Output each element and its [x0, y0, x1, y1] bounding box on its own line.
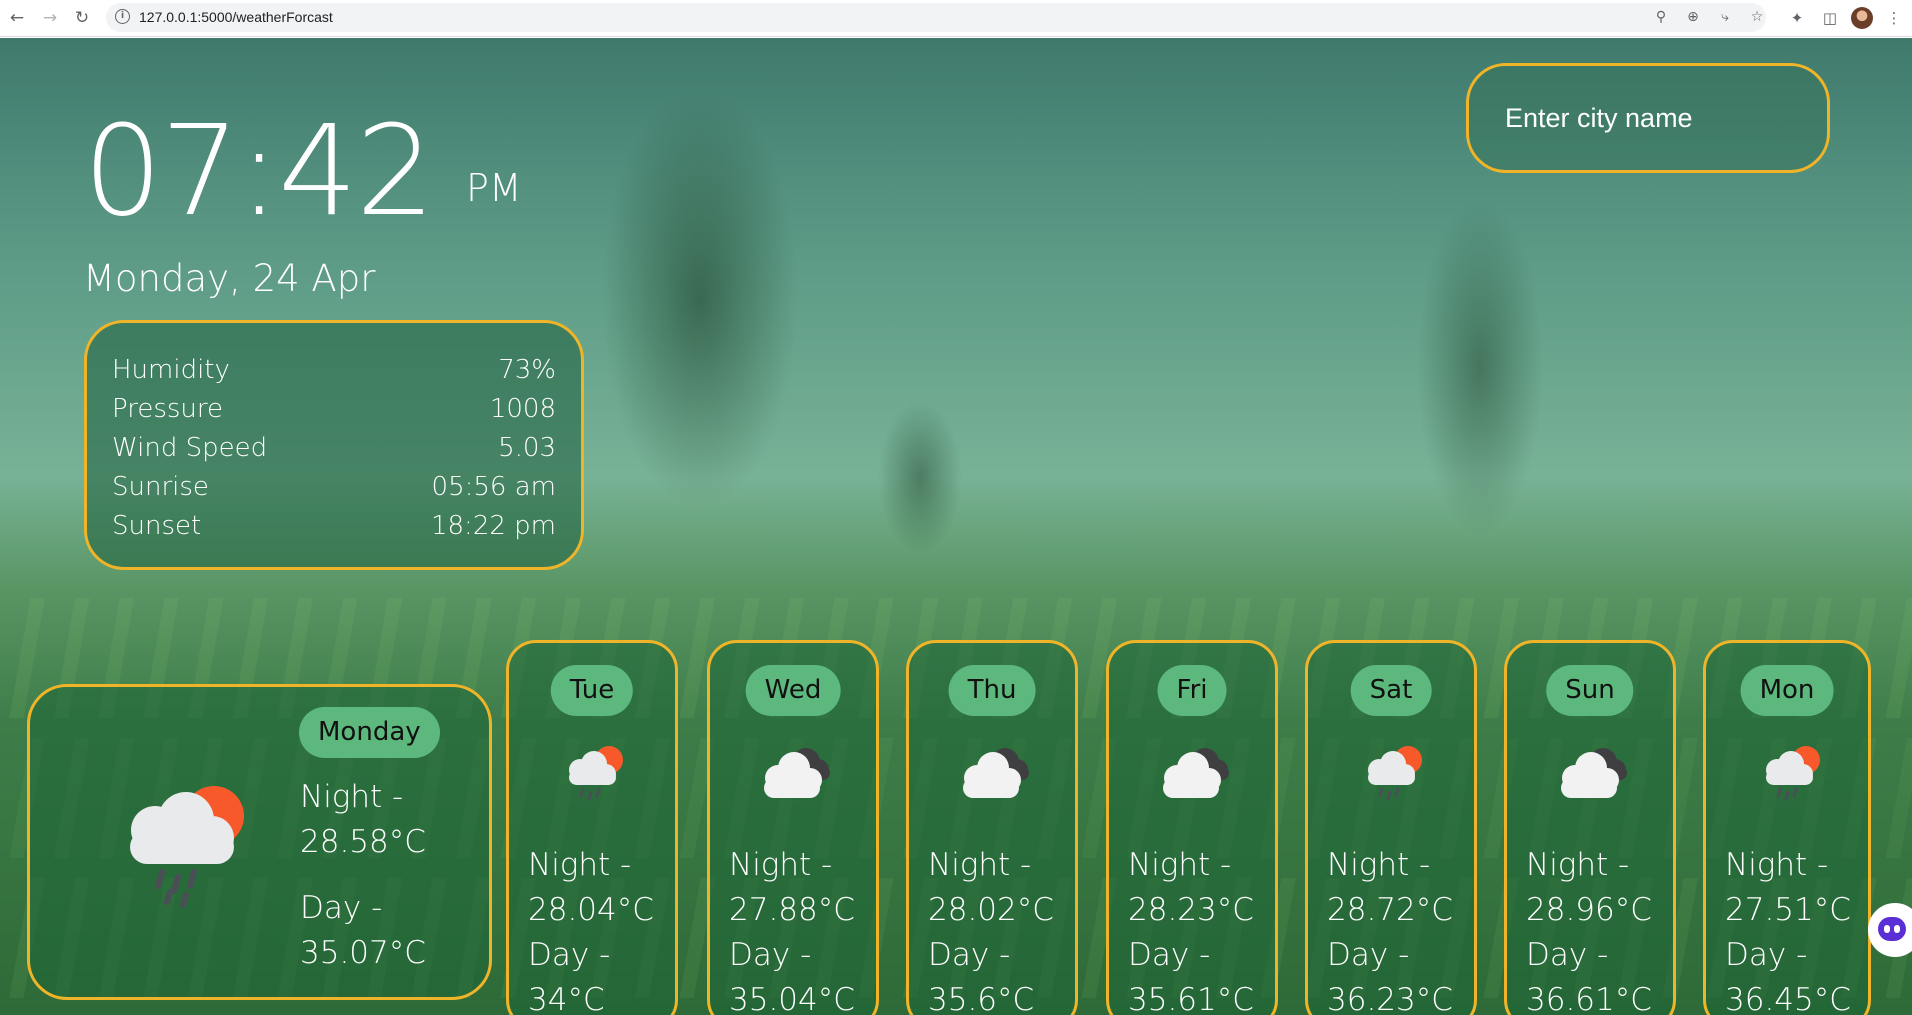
forecast-card-mon: Mon Night - 27.51°C Day - 36.45°C: [1703, 640, 1871, 1015]
forecast-day-pill: Sat: [1350, 665, 1432, 716]
back-arrow-icon[interactable]: ←: [5, 6, 29, 30]
address-bar[interactable]: i 127.0.0.1:5000/weatherForcast ⚲ ⊕ ⤷ ☆: [106, 3, 1766, 32]
forecast-day-pill: Fri: [1157, 665, 1227, 716]
forecast-night-label: Night -: [1725, 847, 1829, 883]
forecast-day-pill: Thu: [948, 665, 1036, 716]
forecast-day-label: Day -: [928, 937, 1011, 973]
detail-label: Pressure: [112, 394, 224, 424]
forecast-card-sat: Sat Night - 28.72°C Day - 36.23°C: [1305, 640, 1477, 1015]
detail-label: Humidity: [112, 355, 230, 385]
rain-sun-cloud-icon: [1368, 746, 1422, 801]
forecast-day-label: Day -: [1526, 937, 1609, 973]
detail-row-sunset: Sunset 18:22 pm: [112, 507, 556, 546]
side-panel-icon[interactable]: ◫: [1819, 7, 1841, 29]
detail-label: Sunset: [112, 511, 202, 541]
bookmark-star-icon[interactable]: ☆: [1747, 7, 1767, 27]
detail-value: 5.03: [498, 433, 556, 463]
forecast-day-pill: Mon: [1740, 665, 1834, 716]
today-weather-card: Monday Night - 28.58°C Day - 35.07°C: [27, 684, 492, 1000]
zoom-icon[interactable]: ⊕: [1683, 7, 1703, 27]
detail-row-sunrise: Sunrise 05:56 am: [112, 468, 556, 507]
forecast-night-temp: 28.96°C: [1526, 892, 1652, 928]
detail-row-wind-speed: Wind Speed 5.03: [112, 429, 556, 468]
forecast-day-temp: 35.61°C: [1128, 982, 1254, 1015]
forecast-card-fri: Fri Night - 28.23°C Day - 35.61°C: [1106, 640, 1278, 1015]
forecast-day-temp: 35.6°C: [928, 982, 1035, 1015]
cloudy-icon: [963, 748, 1029, 798]
address-url[interactable]: 127.0.0.1:5000/weatherForcast: [139, 9, 333, 26]
extensions-puzzle-icon[interactable]: ✦: [1786, 7, 1808, 29]
forecast-card-thu: Thu Night - 28.02°C Day - 35.6°C: [906, 640, 1078, 1015]
forecast-night-temp: 28.72°C: [1327, 892, 1453, 928]
forecast-night-temp: 27.88°C: [729, 892, 855, 928]
today-day-label: Day -: [300, 890, 383, 926]
detail-label: Sunrise: [112, 472, 209, 502]
forecast-day-label: Day -: [1725, 937, 1808, 973]
forecast-day-temp: 36.45°C: [1725, 982, 1851, 1015]
detail-row-pressure: Pressure 1008: [112, 390, 556, 429]
forecast-night-label: Night -: [729, 847, 833, 883]
forecast-day-temp: 34°C: [528, 982, 605, 1015]
location-pin-icon[interactable]: ⚲: [1651, 7, 1671, 27]
forecast-day-temp: 36.61°C: [1526, 982, 1652, 1015]
assistant-face-icon: [1878, 917, 1906, 941]
cloudy-icon: [1163, 748, 1229, 798]
forecast-day-pill: Wed: [745, 665, 841, 716]
share-icon[interactable]: ⤷: [1715, 7, 1735, 27]
current-date: Monday, 24 Apr: [83, 257, 376, 300]
forecast-day-label: Day -: [1128, 937, 1211, 973]
forecast-day-label: Day -: [528, 937, 611, 973]
clock-ampm: PM: [466, 166, 522, 210]
detail-label: Wind Speed: [112, 433, 268, 463]
rain-sun-cloud-icon: [130, 786, 244, 908]
forecast-night-label: Night -: [528, 847, 632, 883]
today-night-label: Night -: [300, 779, 404, 815]
forecast-night-label: Night -: [1327, 847, 1431, 883]
forward-arrow-icon[interactable]: →: [38, 6, 62, 30]
rain-sun-cloud-icon: [569, 746, 623, 801]
detail-value: 18:22 pm: [430, 511, 556, 541]
cloudy-icon: [1561, 748, 1627, 798]
forecast-night-label: Night -: [1128, 847, 1232, 883]
forecast-card-tue: Tue Night - 28.04°C Day - 34°C: [506, 640, 678, 1015]
profile-avatar[interactable]: [1851, 7, 1873, 29]
weather-details-card: Humidity 73% Pressure 1008 Wind Speed 5.…: [84, 320, 584, 570]
forecast-night-temp: 28.04°C: [528, 892, 654, 928]
rain-sun-cloud-icon: [1766, 746, 1820, 801]
forecast-day-pill: Tue: [550, 665, 634, 716]
forecast-night-temp: 28.02°C: [928, 892, 1054, 928]
detail-value: 73%: [498, 355, 556, 385]
forecast-night-label: Night -: [928, 847, 1032, 883]
forecast-night-temp: 27.51°C: [1725, 892, 1851, 928]
reload-icon[interactable]: ↻: [70, 6, 94, 30]
city-search-input[interactable]: [1466, 63, 1830, 173]
today-day-temp: 35.07°C: [300, 935, 426, 971]
forecast-day-label: Day -: [729, 937, 812, 973]
forecast-card-sun: Sun Night - 28.96°C Day - 36.61°C: [1504, 640, 1676, 1015]
weather-page: 07:42 PM Monday, 24 Apr Humidity 73% Pre…: [0, 38, 1912, 1015]
forecast-day-label: Day -: [1327, 937, 1410, 973]
forecast-day-temp: 36.23°C: [1327, 982, 1453, 1015]
detail-row-humidity: Humidity 73%: [112, 351, 556, 390]
detail-value: 1008: [489, 394, 556, 424]
clock-time: 07:42: [83, 99, 435, 244]
menu-kebab-icon[interactable]: ⋮: [1883, 7, 1905, 29]
site-info-icon[interactable]: i: [115, 9, 130, 24]
detail-value: 05:56 am: [431, 472, 556, 502]
forecast-night-label: Night -: [1526, 847, 1630, 883]
today-night-temp: 28.58°C: [300, 824, 426, 860]
today-day-pill: Monday: [299, 707, 440, 758]
browser-toolbar: ← → ↻ i 127.0.0.1:5000/weatherForcast ⚲ …: [0, 0, 1912, 37]
forecast-card-wed: Wed Night - 27.88°C Day - 35.04°C: [707, 640, 879, 1015]
forecast-day-temp: 35.04°C: [729, 982, 855, 1015]
forecast-day-pill: Sun: [1546, 665, 1634, 716]
cloudy-icon: [764, 748, 830, 798]
forecast-night-temp: 28.23°C: [1128, 892, 1254, 928]
